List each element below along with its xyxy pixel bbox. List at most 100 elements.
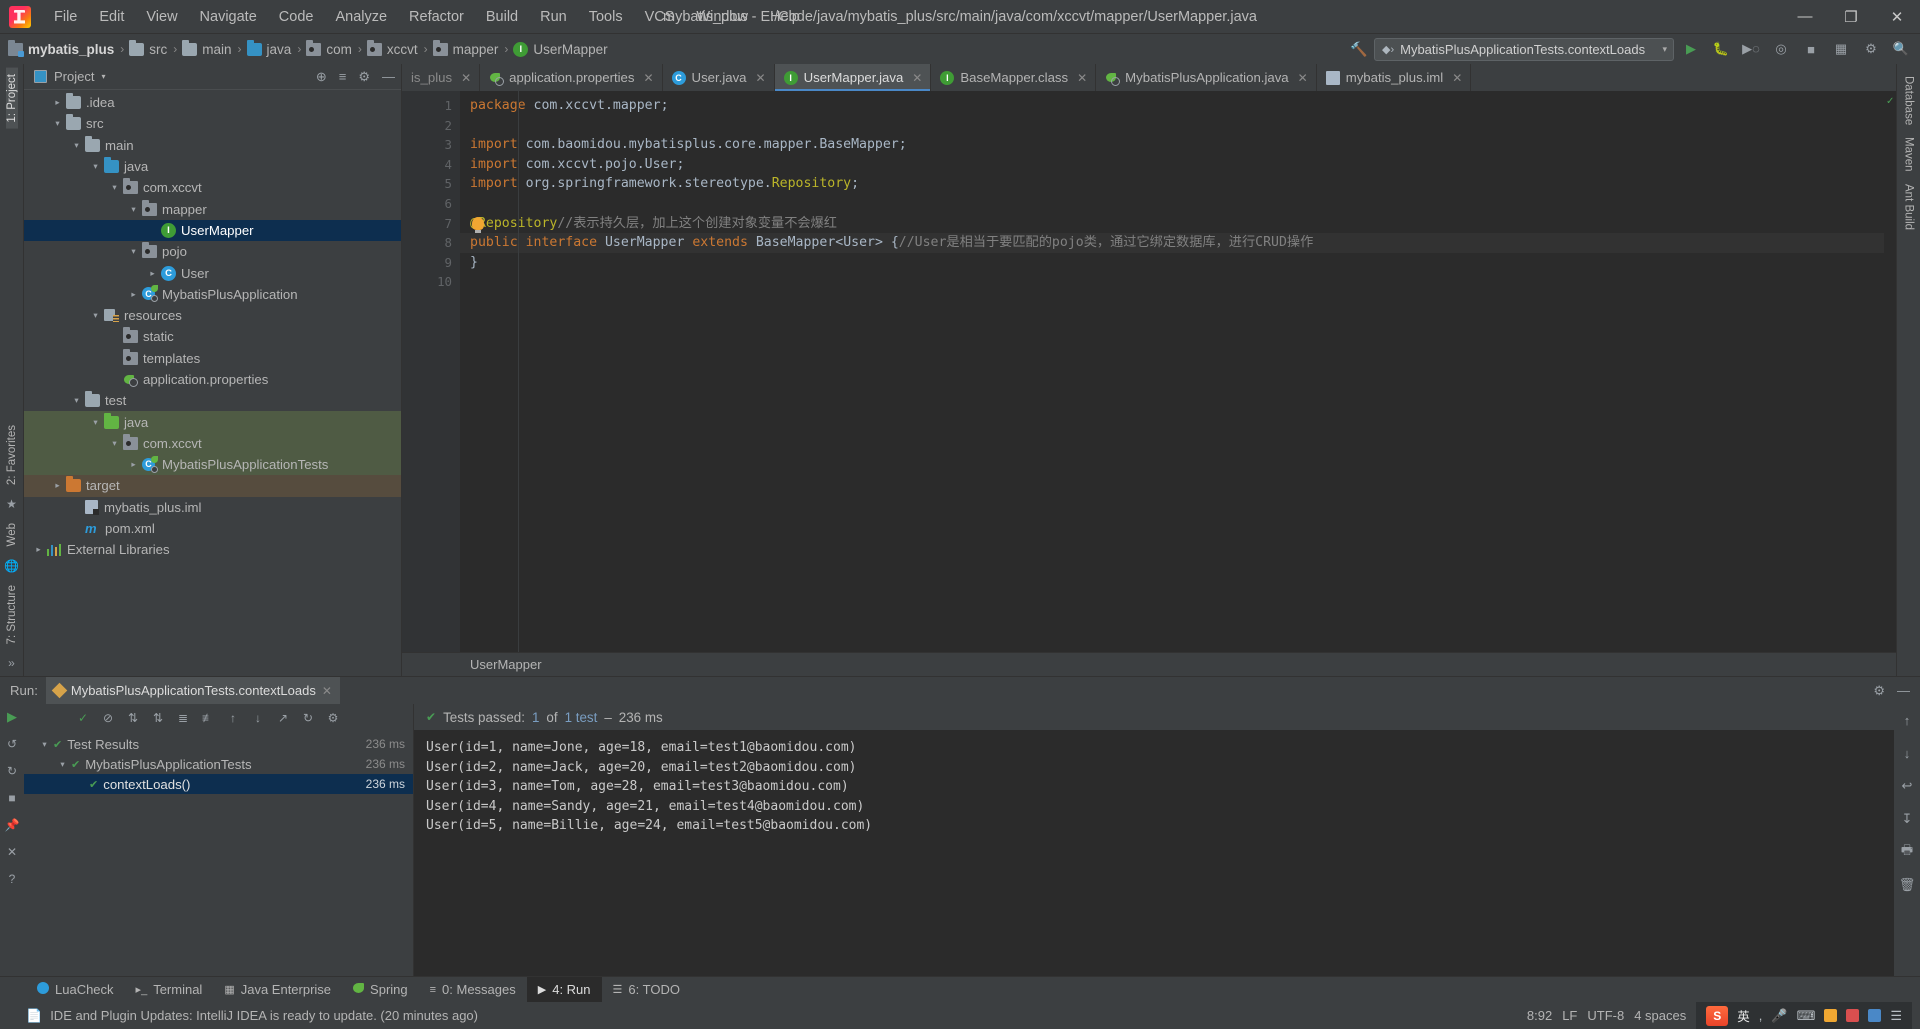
breadcrumb-item-main[interactable]: main › xyxy=(182,39,246,57)
sidebar-item-database[interactable]: Database xyxy=(1903,70,1915,131)
search-icon[interactable]: 🔍 xyxy=(1888,38,1914,61)
status-message[interactable]: 📄 IDE and Plugin Updates: IntelliJ IDEA … xyxy=(26,1008,478,1024)
project-tree-node[interactable]: ▸ templates xyxy=(24,348,401,369)
close-icon[interactable]: ✕ xyxy=(1077,71,1087,85)
encoding[interactable]: UTF-8 xyxy=(1587,1008,1624,1023)
project-tree-node[interactable]: ▸ C MybatisPlusApplicationTests xyxy=(24,454,401,476)
caret-position[interactable]: 8:92 xyxy=(1527,1008,1552,1023)
expand-arrow-icon[interactable]: ▾ xyxy=(56,759,69,770)
breadcrumb-item-src[interactable]: src › xyxy=(129,39,182,57)
breadcrumb-item-module[interactable]: mybatis_plus › xyxy=(8,39,129,57)
menu-item-run[interactable]: Run xyxy=(529,6,578,28)
close-button[interactable]: ✕ xyxy=(1874,1,1920,33)
print-icon[interactable]: 🖶 xyxy=(1897,842,1917,862)
project-tree-node[interactable]: ▾ mapper xyxy=(24,198,401,219)
test-tree-node[interactable]: ▸✔ contextLoads() 236 ms xyxy=(24,774,413,794)
bottom-tool-button[interactable]: ▶ 4: Run xyxy=(526,976,602,1003)
code-line[interactable] xyxy=(460,116,1896,136)
expand-all-icon[interactable]: ≣ xyxy=(172,707,194,729)
test-settings-icon[interactable]: ⚙ xyxy=(322,707,344,729)
collapse-arrow-icon[interactable]: ▸ xyxy=(146,225,159,236)
editor-tab-bar[interactable]: is_plus ✕ application.properties ✕ C User.jav… xyxy=(402,64,1896,91)
stop-icon[interactable]: ■ xyxy=(3,789,21,807)
rerun-failed-icon[interactable]: ↺ xyxy=(3,735,21,753)
collapse-arrow-icon[interactable]: ▸ xyxy=(146,268,159,279)
project-tree-node[interactable]: ▸ static xyxy=(24,326,401,347)
project-tree-node[interactable]: ▾ com.xccvt xyxy=(24,432,401,455)
project-tree-node[interactable]: ▾ test xyxy=(24,390,401,411)
intention-bulb-icon[interactable] xyxy=(472,216,484,233)
keyboard-icon[interactable]: ⌨ xyxy=(1797,1008,1816,1024)
target-icon[interactable]: ⊕ xyxy=(316,69,327,85)
code-editor[interactable]: 1 2 3⊖4 5⊖6 7 89 10 package com.xccvt.mapper; … xyxy=(402,91,1896,652)
input-language-label[interactable]: 英 xyxy=(1737,1006,1750,1025)
sidebar-item-structure[interactable]: 7: Structure xyxy=(6,579,18,650)
project-tree-node[interactable]: ▾ main xyxy=(24,135,401,156)
expand-arrow-icon[interactable]: ▾ xyxy=(70,140,83,151)
clear-all-icon[interactable]: 🗑 xyxy=(1897,875,1917,895)
breadcrumb-item-java[interactable]: java › xyxy=(246,39,307,57)
show-passed-icon[interactable]: ✓ xyxy=(72,707,94,729)
test-tree[interactable]: ▾ ✔ Test Results 236 ms ▾ ✔ MybatisPlusApplica… xyxy=(24,732,413,976)
pin-icon[interactable]: 📌 xyxy=(3,816,21,834)
code-line[interactable]: public interface UserMapper extends Base… xyxy=(460,233,1896,253)
prev-failed-icon[interactable]: ↑ xyxy=(222,707,244,729)
editor-tab[interactable]: application.properties ✕ xyxy=(480,64,663,91)
scroll-up-icon[interactable]: ↑ xyxy=(1897,710,1917,730)
editor-tab[interactable]: I BaseMapper.class ✕ xyxy=(931,64,1097,91)
bottom-tool-button[interactable]: ☰ 6: TODO xyxy=(602,977,691,1003)
breadcrumb-item-xccvt[interactable]: xccvt › xyxy=(366,39,433,57)
bottom-tool-button[interactable]: ≡ 0: Messages xyxy=(419,977,527,1003)
menu-item-navigate[interactable]: Navigate xyxy=(189,6,268,28)
collapse-arrow-icon[interactable]: ▸ xyxy=(51,480,64,491)
profiler-icon[interactable]: ◎ xyxy=(1768,38,1794,61)
menu-item-view[interactable]: View xyxy=(135,6,188,28)
menu-item-analyze[interactable]: Analyze xyxy=(324,6,398,28)
code-line[interactable]: import org.springframework.stereotype.Re… xyxy=(460,174,1896,194)
project-tree-node[interactable]: ▸ target xyxy=(24,475,401,497)
test-tree-node[interactable]: ▾ ✔ Test Results 236 ms xyxy=(24,734,413,754)
close-icon[interactable]: ✕ xyxy=(461,71,471,85)
menu-item-file[interactable]: File xyxy=(43,6,88,28)
next-failed-icon[interactable]: ↓ xyxy=(247,707,269,729)
expand-arrow-icon[interactable]: ▾ xyxy=(108,438,121,449)
sidebar-item-favorites[interactable]: 2: Favorites xyxy=(6,419,18,491)
editor-tab[interactable]: I UserMapper.java ✕ xyxy=(774,64,932,91)
code-line[interactable] xyxy=(460,272,1896,292)
hide-panel-icon[interactable]: — xyxy=(1897,683,1910,698)
skin-icon[interactable] xyxy=(1868,1009,1882,1022)
expand-arrow-icon[interactable]: ▾ xyxy=(70,395,83,406)
collapse-arrow-icon[interactable]: ▸ xyxy=(51,97,64,108)
gear-icon[interactable]: ⚙ xyxy=(358,69,370,85)
project-tree-node[interactable]: ▸ application.properties xyxy=(24,369,401,390)
sidebar-item-maven[interactable]: Maven xyxy=(1903,131,1915,178)
project-tree-node[interactable]: ▾ java xyxy=(24,156,401,177)
editor-scrollbar[interactable]: ✓ xyxy=(1884,91,1896,652)
expand-arrow-icon[interactable]: ▾ xyxy=(89,310,102,321)
project-tree-node[interactable]: ▸ mybatis_plus.iml xyxy=(24,497,401,518)
scroll-down-icon[interactable]: ↓ xyxy=(1897,743,1917,763)
close-icon[interactable]: ✕ xyxy=(756,71,766,85)
mic-icon[interactable]: 🎤 xyxy=(1771,1008,1787,1024)
collapse-arrow-icon[interactable]: ▸ xyxy=(127,289,140,300)
close-icon[interactable]: ✕ xyxy=(912,71,922,85)
editor-gutter[interactable]: 1 2 3⊖4 5⊖6 7 89 10 xyxy=(402,91,477,652)
project-tree[interactable]: ▸.idea▾src▾main▾java▾com.xccvt▾mapper▸IU… xyxy=(24,90,401,676)
expand-arrow-icon[interactable]: ▾ xyxy=(51,118,64,129)
breadcrumb-item-usermapper[interactable]: I UserMapper xyxy=(513,41,608,57)
sidebar-item-ant-build[interactable]: Ant Build xyxy=(1903,178,1915,236)
expand-arrow-icon[interactable]: ▾ xyxy=(127,204,140,215)
expand-arrow-icon[interactable]: ▾ xyxy=(89,161,102,172)
collapse-arrow-icon[interactable]: ▸ xyxy=(70,502,83,513)
console-output[interactable]: User(id=1, name=Jone, age=18, email=test… xyxy=(414,730,1894,976)
code-line[interactable]: @Repository//表示持久层，加上这个创建对象变量不会爆红 xyxy=(460,214,1896,234)
more-tools-icon[interactable]: » xyxy=(2,653,22,673)
run-tab[interactable]: MybatisPlusApplicationTests.contextLoads… xyxy=(45,677,340,704)
punctuation-icon[interactable]: , xyxy=(1759,1008,1763,1023)
menu-item-help[interactable]: Help xyxy=(759,6,811,28)
menu-item-tools[interactable]: Tools xyxy=(578,6,634,28)
sogou-icon[interactable]: S xyxy=(1706,1005,1729,1026)
project-tree-node[interactable]: ▸m pom.xml xyxy=(24,518,401,539)
collapse-arrow-icon[interactable]: ▸ xyxy=(127,459,140,470)
editor-tab[interactable]: mybatis_plus.iml ✕ xyxy=(1316,64,1472,91)
